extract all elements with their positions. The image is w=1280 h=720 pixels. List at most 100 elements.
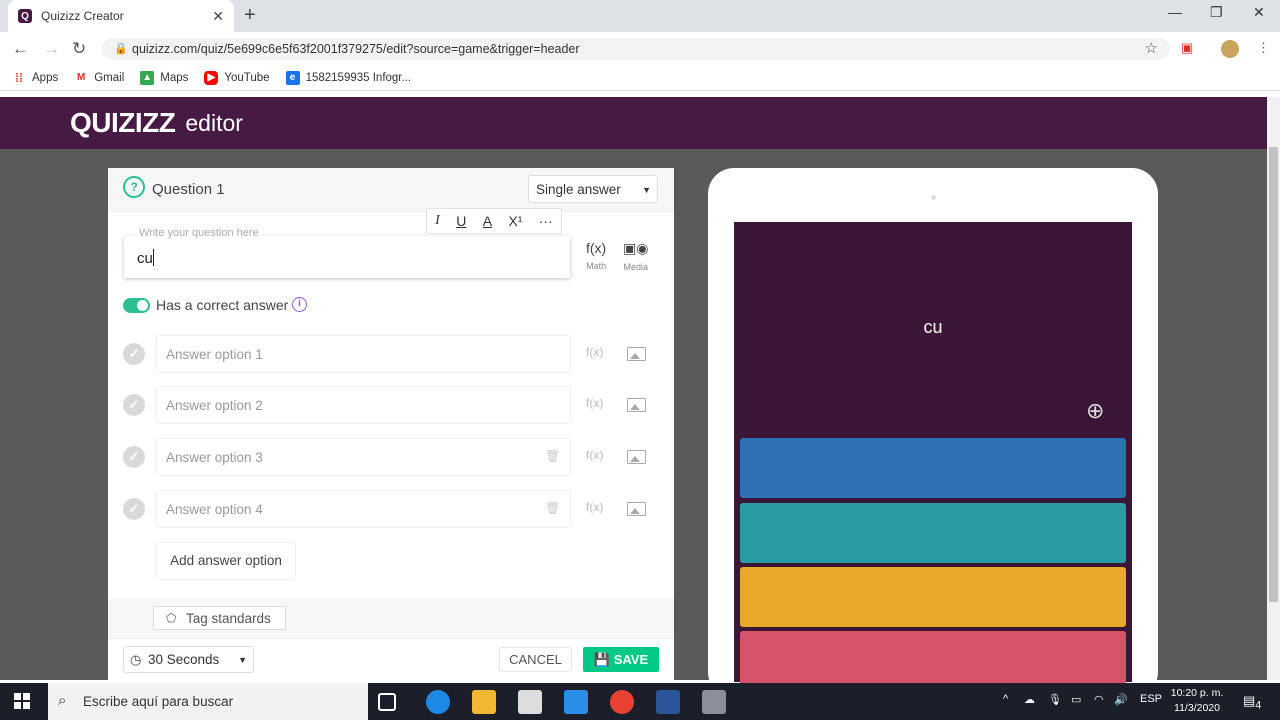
browser-tab[interactable]: Q Quizizz Creator ✕	[8, 0, 234, 32]
new-tab-icon[interactable]: +	[244, 5, 256, 25]
function-icon[interactable]: f(x)	[586, 345, 603, 359]
bookmark-label: Apps	[32, 71, 59, 84]
bookmarks-bar: ⁞⁞ Apps M Gmail ▲ Maps ▶ YouTube e 1582159935…	[0, 65, 1280, 91]
timer-select[interactable]: ◷ 30 Seconds ▼	[123, 646, 254, 673]
question-title: Question 1	[152, 181, 225, 198]
function-icon[interactable]: f(x)	[586, 396, 603, 410]
edge-icon[interactable]	[426, 690, 450, 714]
quizizz-logo[interactable]: QUIZIZZ	[70, 107, 176, 139]
bookmark-maps[interactable]: ▲ Maps	[140, 70, 188, 85]
save-icon: 💾	[593, 652, 614, 667]
reload-icon[interactable]: ↻	[72, 39, 86, 59]
answer-input[interactable]: Answer option 4	[156, 490, 571, 528]
media-button[interactable]: ▣◉ Media	[623, 240, 648, 272]
correct-answer-toggle[interactable]	[123, 298, 150, 313]
add-answer-option-button[interactable]: Add answer option	[156, 542, 296, 580]
math-button[interactable]: f(x) Math	[586, 240, 606, 271]
bookmark-infogr[interactable]: e 1582159935 Infogr...	[285, 70, 411, 85]
tag-standards-label: Tag standards	[186, 611, 271, 626]
microphone-icon[interactable]: 🎙	[1048, 693, 1062, 706]
function-icon[interactable]: f(x)	[586, 500, 603, 514]
mark-correct-check-icon[interactable]: ✓	[123, 394, 145, 416]
scrollbar-thumb[interactable]	[1269, 147, 1278, 602]
minimize-icon[interactable]: —	[1168, 4, 1182, 20]
language-indicator[interactable]: ESP	[1140, 693, 1162, 705]
text-color-icon[interactable]: A	[483, 213, 492, 229]
back-icon[interactable]: ←	[12, 39, 29, 59]
task-view-icon[interactable]	[378, 693, 396, 711]
file-explorer-icon[interactable]	[472, 690, 496, 714]
chevron-down-icon: ▼	[238, 655, 247, 665]
taskbar-search[interactable]: ⌕ Escribe aquí para buscar	[48, 683, 368, 720]
windows-taskbar: ⌕ Escribe aquí para buscar ^ ☁ 🎙 ▭ ◠ 🔊 ES…	[0, 683, 1280, 720]
wifi-icon[interactable]: ◠	[1094, 693, 1104, 706]
question-input[interactable]: cu	[124, 236, 570, 278]
app-icon[interactable]	[702, 690, 726, 714]
chevron-up-icon[interactable]: ^	[1003, 693, 1008, 705]
answer-row: ✓ Answer option 4 🗑 f(x)	[108, 490, 674, 530]
question-type-select[interactable]: Single answer ▼	[528, 175, 658, 203]
battery-icon[interactable]: ▭	[1071, 693, 1081, 706]
save-button[interactable]: 💾 SAVE	[583, 647, 659, 672]
function-icon[interactable]: f(x)	[586, 448, 603, 462]
preview-question: cu	[923, 317, 943, 337]
clock-date: 11/3/2020	[1174, 702, 1220, 714]
superscript-icon[interactable]: X¹	[508, 213, 522, 229]
bookmark-gmail[interactable]: M Gmail	[74, 70, 124, 85]
cancel-button[interactable]: CANCEL	[499, 647, 572, 672]
bookmark-apps[interactable]: ⁞⁞ Apps	[12, 71, 58, 85]
answer-input[interactable]: Answer option 1	[156, 335, 571, 373]
more-options-icon[interactable]: ···	[539, 213, 553, 229]
image-icon[interactable]	[627, 398, 646, 412]
info-icon[interactable]: i	[292, 297, 307, 312]
tag-standards-button[interactable]: ⬠ Tag standards	[153, 606, 286, 630]
trash-icon[interactable]: 🗑	[545, 501, 560, 515]
bookmark-star-icon[interactable]: ☆	[1145, 38, 1158, 60]
answer-row: ✓ Answer option 2 f(x)	[108, 386, 674, 426]
mark-correct-check-icon[interactable]: ✓	[123, 343, 145, 365]
restore-icon[interactable]: ❐	[1210, 4, 1223, 21]
question-bubble-icon: ?	[123, 176, 145, 198]
search-placeholder: Escribe aquí para buscar	[83, 694, 234, 709]
search-icon: ⌕	[58, 692, 67, 709]
image-icon[interactable]	[627, 347, 646, 361]
store-icon[interactable]	[518, 690, 542, 714]
trash-icon[interactable]: 🗑	[545, 449, 560, 463]
answer-input[interactable]: Answer option 3	[156, 438, 571, 476]
italic-icon[interactable]: I	[435, 213, 440, 229]
system-clock[interactable]: 10:20 p. m. 11/3/2020	[1162, 686, 1232, 716]
profile-avatar[interactable]	[1221, 40, 1239, 58]
mail-icon[interactable]	[564, 690, 588, 714]
chevron-down-icon: ▼	[642, 185, 651, 195]
page-scrollbar[interactable]	[1267, 97, 1280, 680]
underline-icon[interactable]: U	[456, 213, 466, 229]
chrome-icon[interactable]	[610, 690, 634, 714]
url-field[interactable]: 🔒 quizizz.com/quiz/5e699c6e5f63f2001f379…	[102, 38, 1170, 60]
mark-correct-check-icon[interactable]: ✓	[123, 446, 145, 468]
chrome-menu-icon[interactable]: ⋮	[1257, 40, 1270, 56]
question-editor-panel: ? Question 1 Single answer ▼ cu Write you…	[108, 168, 674, 680]
timer-value: 30 Seconds	[148, 652, 220, 667]
zoom-in-icon[interactable]: ⊕	[1086, 398, 1112, 424]
extension-icon[interactable]: ▣	[1181, 40, 1193, 56]
close-tab-icon[interactable]: ✕	[212, 8, 224, 25]
onedrive-icon[interactable]: ☁	[1024, 693, 1035, 706]
bookmark-youtube[interactable]: ▶ YouTube	[204, 70, 270, 85]
header-subtitle: editor	[185, 109, 243, 136]
volume-icon[interactable]: 🔊	[1114, 693, 1128, 706]
answer-row: ✓ Answer option 3 🗑 f(x)	[108, 438, 674, 478]
question-text: cu	[137, 249, 154, 267]
windows-start-icon[interactable]	[14, 693, 30, 709]
image-icon[interactable]	[627, 502, 646, 516]
quizizz-favicon-icon: Q	[18, 9, 32, 23]
edge-page-icon: e	[285, 70, 300, 85]
close-window-icon[interactable]: ✕	[1253, 4, 1265, 21]
tab-bar: Q Quizizz Creator ✕ + — ❐ ✕	[0, 0, 1280, 32]
image-icon[interactable]	[627, 450, 646, 464]
word-icon[interactable]	[656, 690, 680, 714]
notifications-icon[interactable]: ▤4	[1243, 693, 1261, 712]
forward-icon[interactable]: →	[43, 39, 60, 59]
mark-correct-check-icon[interactable]: ✓	[123, 498, 145, 520]
gmail-icon: M	[74, 70, 89, 85]
answer-input[interactable]: Answer option 2	[156, 386, 571, 424]
